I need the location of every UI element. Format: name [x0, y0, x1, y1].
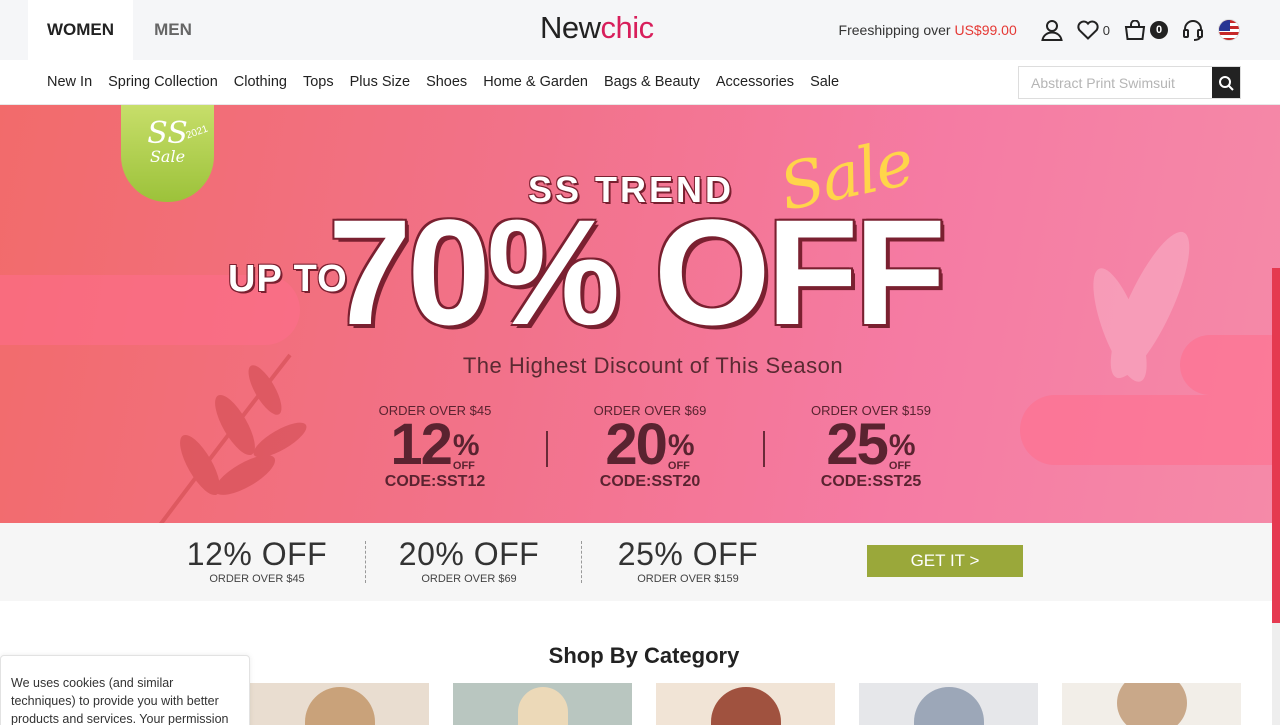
account-button[interactable]	[1041, 19, 1063, 41]
free-shipping-notice: Freeshipping over US$99.00	[839, 22, 1017, 38]
header-actions: Freeshipping over US$99.00 0 0	[839, 0, 1240, 60]
category-tile[interactable]	[1062, 683, 1241, 725]
decor-blob	[1020, 395, 1280, 465]
tier-divider	[763, 431, 765, 467]
discount-tier: ORDER OVER $69 20 % OFF CODE:SST20	[570, 403, 730, 491]
heart-icon	[1077, 20, 1099, 40]
category-menu: New In Spring Collection Clothing Tops P…	[47, 60, 855, 104]
search-icon	[1219, 75, 1234, 91]
wishlist-count: 0	[1102, 22, 1110, 38]
nav-item-tops[interactable]: Tops	[303, 74, 334, 90]
discount-tier: ORDER OVER $45 12 % OFF CODE:SST12	[355, 403, 515, 491]
hero-banner[interactable]: SS Sale 2021 SS TREND Sale UP TO 70% OFF…	[0, 105, 1280, 523]
coupon-item: 25% OFF ORDER OVER $159	[606, 537, 770, 585]
get-it-button[interactable]: GET IT >	[867, 545, 1023, 577]
shipping-label: Freeshipping over	[838, 22, 955, 38]
discount-tier: ORDER OVER $159 25 % OFF CODE:SST25	[791, 403, 951, 491]
nav-item-spring-collection[interactable]: Spring Collection	[108, 74, 218, 90]
wishlist-button[interactable]: 0	[1077, 20, 1110, 40]
tier-value: 12	[390, 412, 452, 477]
country-selector[interactable]	[1218, 19, 1240, 41]
tab-women[interactable]: WOMEN	[28, 0, 133, 60]
category-tile[interactable]	[453, 683, 632, 725]
customer-service-button[interactable]	[1182, 19, 1204, 41]
badge-sale: Sale	[149, 147, 186, 166]
nav-item-bags-beauty[interactable]: Bags & Beauty	[604, 74, 700, 90]
category-tile[interactable]	[859, 683, 1038, 725]
category-image	[1116, 683, 1187, 725]
top-bar: WOMEN MEN Newchic Freeshipping over US$9…	[0, 0, 1280, 60]
coupon-condition: ORDER OVER $45	[209, 573, 305, 585]
cart-icon	[1124, 20, 1146, 40]
tier-value: 20	[605, 412, 667, 477]
tier-percent: %	[452, 429, 480, 462]
tab-men[interactable]: MEN	[133, 0, 213, 60]
tier-percent: %	[888, 429, 916, 462]
tier-off: OFF	[667, 460, 690, 472]
coupon-title: 25% OFF	[617, 536, 759, 572]
nav-item-new-in[interactable]: New In	[47, 74, 92, 90]
coupon-divider	[365, 541, 366, 583]
nav-item-home-garden[interactable]: Home & Garden	[483, 74, 588, 90]
side-floating-tab-track	[1272, 623, 1280, 725]
search-button[interactable]	[1212, 67, 1240, 98]
nav-item-accessories[interactable]: Accessories	[716, 74, 794, 90]
coupon-divider	[581, 541, 582, 583]
coupon-item: 12% OFF ORDER OVER $45	[176, 537, 338, 585]
us-flag-icon	[1218, 19, 1240, 41]
logo-part-new: New	[540, 10, 601, 45]
nav-item-plus-size[interactable]: Plus Size	[350, 74, 410, 90]
search-box	[1018, 66, 1241, 99]
ss-sale-badge: SS Sale 2021	[121, 105, 214, 202]
coupon-title: 12% OFF	[186, 536, 328, 572]
cookie-notice-text: We uses cookies (and similar techniques)…	[11, 676, 229, 725]
user-icon	[1041, 20, 1063, 41]
category-image	[913, 687, 984, 725]
logo-part-chic: chic	[600, 10, 655, 45]
category-image	[517, 687, 568, 725]
hero-headline: 70% OFF	[328, 188, 946, 356]
coupon-condition: ORDER OVER $159	[637, 573, 739, 585]
tier-percent: %	[667, 429, 695, 462]
category-tile[interactable]	[656, 683, 835, 725]
shipping-amount: US$99.00	[954, 22, 1017, 38]
newchic-logo[interactable]: Newchic	[540, 10, 654, 46]
headset-icon	[1183, 20, 1203, 41]
category-tile[interactable]	[250, 683, 429, 725]
coupon-title: 20% OFF	[398, 536, 540, 572]
tier-code: CODE:SST12	[384, 473, 486, 490]
category-image	[304, 687, 375, 725]
tier-code: CODE:SST20	[599, 473, 701, 490]
tier-divider	[546, 431, 548, 467]
search-input[interactable]	[1019, 67, 1212, 98]
cookie-notice: We uses cookies (and similar techniques)…	[0, 655, 250, 725]
main-navigation: New In Spring Collection Clothing Tops P…	[0, 60, 1280, 105]
coupon-strip: 12% OFF ORDER OVER $45 20% OFF ORDER OVE…	[0, 523, 1280, 601]
tier-off: OFF	[452, 460, 475, 472]
cart-button[interactable]: 0	[1124, 20, 1168, 40]
cart-count-badge: 0	[1150, 21, 1168, 39]
side-floating-tab[interactable]	[1272, 268, 1280, 623]
tier-value: 25	[826, 412, 888, 477]
tier-off: OFF	[888, 460, 911, 472]
nav-item-shoes[interactable]: Shoes	[426, 74, 467, 90]
hero-subtitle: The Highest Discount of This Season	[462, 353, 844, 378]
tier-code: CODE:SST25	[820, 473, 922, 490]
category-image	[710, 687, 781, 725]
nav-item-clothing[interactable]: Clothing	[234, 74, 287, 90]
coupon-condition: ORDER OVER $69	[421, 573, 517, 585]
coupon-item: 20% OFF ORDER OVER $69	[388, 537, 550, 585]
nav-item-sale[interactable]: Sale	[810, 74, 839, 90]
